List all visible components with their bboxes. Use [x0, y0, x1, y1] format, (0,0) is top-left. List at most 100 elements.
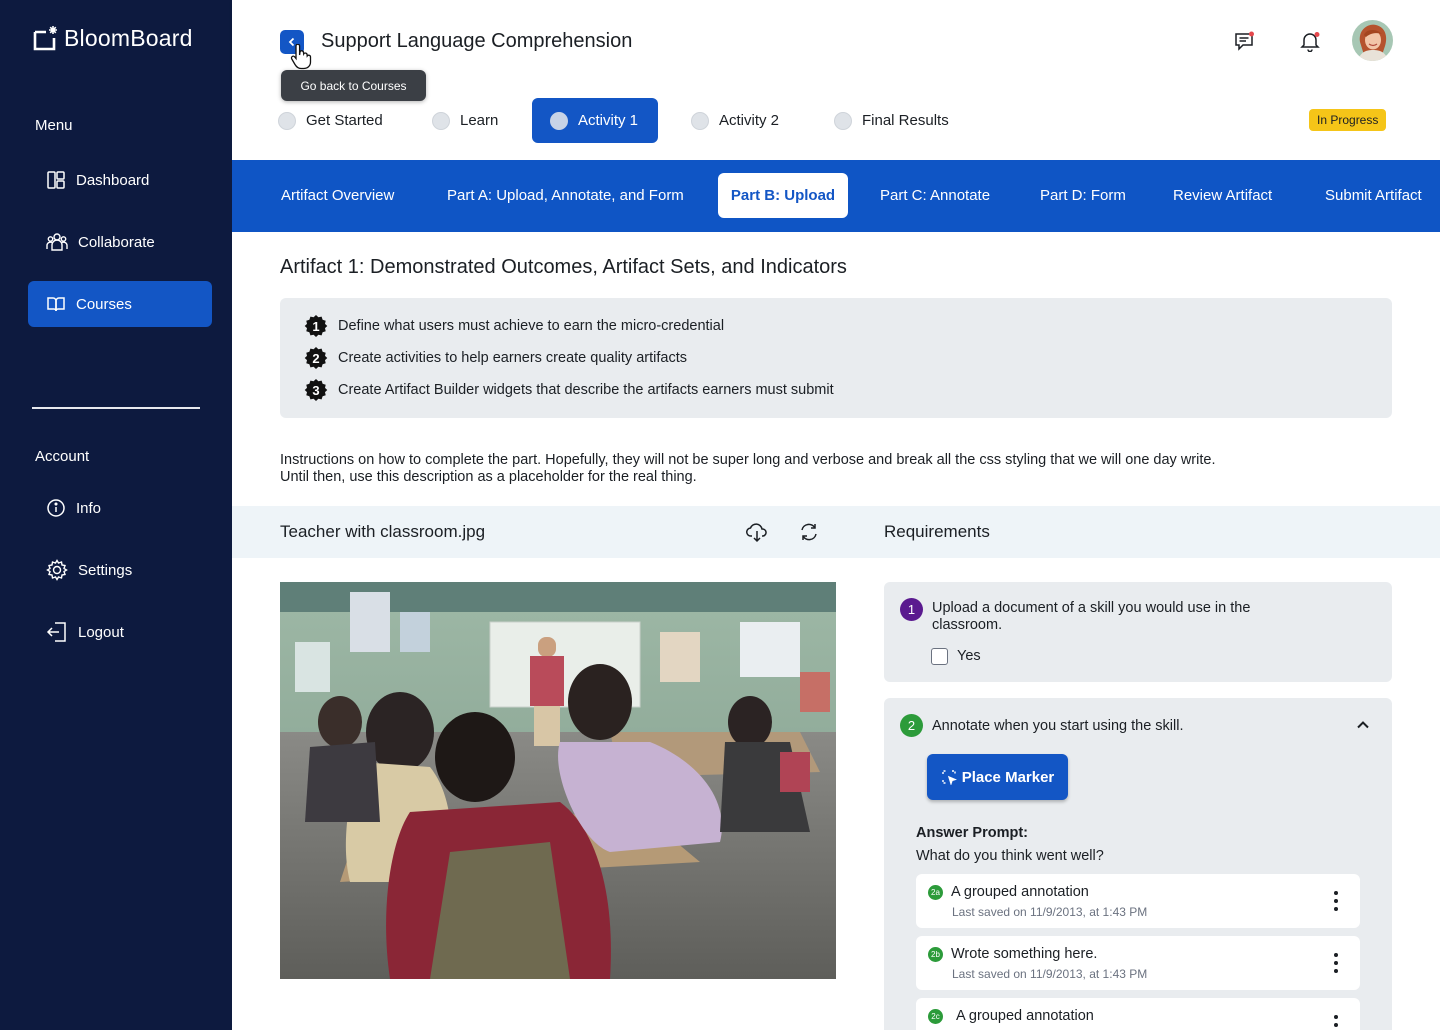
sidebar-item-dashboard[interactable]: Dashboard [28, 157, 212, 203]
dashboard-icon [47, 171, 65, 189]
outcome-item: 2 Create activities to help earners crea… [304, 346, 687, 370]
yes-checkbox-row[interactable]: Yes [931, 648, 981, 665]
logout-icon [46, 622, 66, 642]
answer-prompt-label: Answer Prompt: [916, 825, 1028, 841]
seal-badge-icon: 1 [304, 314, 328, 338]
requirement-number: 2 [900, 714, 923, 737]
sidebar-item-label: Settings [78, 561, 133, 579]
step-dot [691, 111, 709, 130]
requirements-title: Requirements [884, 522, 990, 541]
answer-prompt-text: What do you think went well? [916, 848, 1104, 864]
outcome-text: Create activities to help earners create… [338, 350, 687, 366]
sidebar-item-logout[interactable]: Logout [28, 609, 212, 655]
yes-checkbox[interactable] [931, 648, 948, 665]
cloud-download-icon[interactable] [746, 521, 768, 543]
step-get-started[interactable]: Get Started [278, 98, 383, 143]
sidebar-divider [32, 407, 200, 409]
outcome-text: Create Artifact Builder widgets that des… [338, 382, 834, 398]
page-title: Support Language Comprehension [321, 30, 633, 52]
annotation-badge: 2b [928, 947, 943, 962]
logo-mark-icon [33, 26, 57, 51]
user-avatar[interactable] [1352, 20, 1393, 61]
annotation-saved: Last saved on 11/9/2013, at 1:43 PM [952, 905, 1148, 919]
step-dot [834, 111, 852, 130]
step-label: Final Results [862, 112, 949, 129]
sidebar-item-label: Logout [78, 623, 124, 641]
more-vertical-icon[interactable] [1334, 953, 1338, 973]
step-label: Learn [460, 112, 499, 129]
checkbox-label: Yes [957, 648, 981, 664]
step-label: Get Started [306, 112, 383, 129]
requirement-text: Annotate when you start using the skill. [932, 718, 1184, 734]
sidebar-item-info[interactable]: Info [28, 485, 212, 531]
tab-submit-artifact[interactable]: Submit Artifact [1325, 173, 1422, 218]
step-learn[interactable]: Learn [432, 98, 498, 143]
step-dot [278, 111, 296, 130]
annotation-title: Wrote something here. [951, 946, 1098, 962]
sidebar-item-label: Courses [76, 295, 132, 313]
sidebar: BloomBoard Menu Dashboard Collaborate Co… [0, 0, 232, 1030]
logo-text: BloomBoard [64, 24, 193, 51]
refresh-icon[interactable] [798, 521, 820, 543]
annotation-title: A grouped annotation [951, 884, 1089, 900]
step-activity-2[interactable]: Activity 2 [691, 98, 779, 143]
seal-badge-icon: 3 [304, 378, 328, 402]
annotation-card[interactable]: 2a A grouped annotation Last saved on 11… [916, 874, 1360, 928]
tab-artifact-overview[interactable]: Artifact Overview [281, 173, 394, 218]
step-label: Activity 2 [719, 112, 780, 129]
sidebar-item-collaborate[interactable]: Collaborate [28, 219, 212, 265]
requirement-number: 1 [900, 598, 923, 621]
part-tabs: Artifact Overview Part A: Upload, Annota… [232, 160, 1440, 232]
sidebar-item-label: Collaborate [78, 233, 155, 251]
bell-icon[interactable] [1299, 30, 1321, 52]
book-icon [47, 297, 65, 312]
tab-review-artifact[interactable]: Review Artifact [1173, 173, 1272, 218]
hand-cursor-icon [290, 44, 312, 70]
tab-part-b[interactable]: Part B: Upload [718, 173, 848, 218]
annotation-title: A grouped annotation [956, 1008, 1094, 1024]
annotation-saved: Last saved on 11/9/2013, at 1:43 PM [952, 967, 1148, 981]
collaborate-icon [46, 233, 68, 251]
artifact-image [280, 582, 836, 979]
status-badge: In Progress [1309, 109, 1387, 131]
step-activity-1[interactable]: Activity 1 [532, 98, 658, 143]
tab-part-a[interactable]: Part A: Upload, Annotate, and Form [447, 173, 684, 218]
outcome-item: 1 Define what users must achieve to earn… [304, 314, 724, 338]
file-name: Teacher with classroom.jpg [280, 522, 486, 541]
account-heading: Account [35, 448, 90, 465]
menu-heading: Menu [35, 117, 73, 134]
sidebar-item-settings[interactable]: Settings [28, 547, 212, 593]
outcome-item: 3 Create Artifact Builder widgets that d… [304, 378, 834, 402]
outcomes-panel: 1 Define what users must achieve to earn… [280, 298, 1392, 418]
sidebar-item-courses[interactable]: Courses [28, 281, 212, 327]
messages-icon[interactable] [1233, 30, 1255, 52]
section-title: Artifact 1: Demonstrated Outcomes, Artif… [280, 256, 847, 278]
gear-icon [46, 559, 68, 581]
outcome-text: Define what users must achieve to earn t… [338, 318, 725, 334]
tab-part-d[interactable]: Part D: Form [1040, 173, 1126, 218]
info-icon [47, 499, 65, 517]
step-dot [550, 111, 568, 130]
sidebar-item-label: Info [76, 499, 102, 517]
requirement-card-2: 2 Annotate when you start using the skil… [884, 698, 1392, 1030]
step-dot [432, 111, 450, 130]
annotation-badge: 2a [928, 885, 943, 900]
step-final-results[interactable]: Final Results [834, 98, 949, 143]
more-vertical-icon[interactable] [1334, 891, 1338, 911]
place-marker-button[interactable]: Place Marker [927, 754, 1068, 800]
place-marker-icon [942, 770, 957, 785]
annotation-badge: 2c [928, 1009, 943, 1024]
more-vertical-icon[interactable] [1334, 1015, 1338, 1030]
annotation-card[interactable]: 2b Wrote something here. Last saved on 1… [916, 936, 1360, 990]
requirement-text: Upload a document of a skill you would u… [932, 600, 1251, 633]
annotation-card[interactable]: 2c A grouped annotation [916, 998, 1360, 1030]
bloomboard-logo[interactable]: BloomBoard [32, 24, 193, 52]
sidebar-item-label: Dashboard [76, 171, 150, 189]
step-label: Activity 1 [578, 112, 639, 129]
file-bar: Teacher with classroom.jpg Requirements [232, 506, 1440, 558]
tab-part-c[interactable]: Part C: Annotate [880, 173, 990, 218]
seal-badge-icon: 2 [304, 346, 328, 370]
back-tooltip: Go back to Courses [281, 70, 426, 101]
instructions-text: Instructions on how to complete the part… [280, 452, 1216, 485]
chevron-up-icon[interactable] [1356, 720, 1370, 730]
